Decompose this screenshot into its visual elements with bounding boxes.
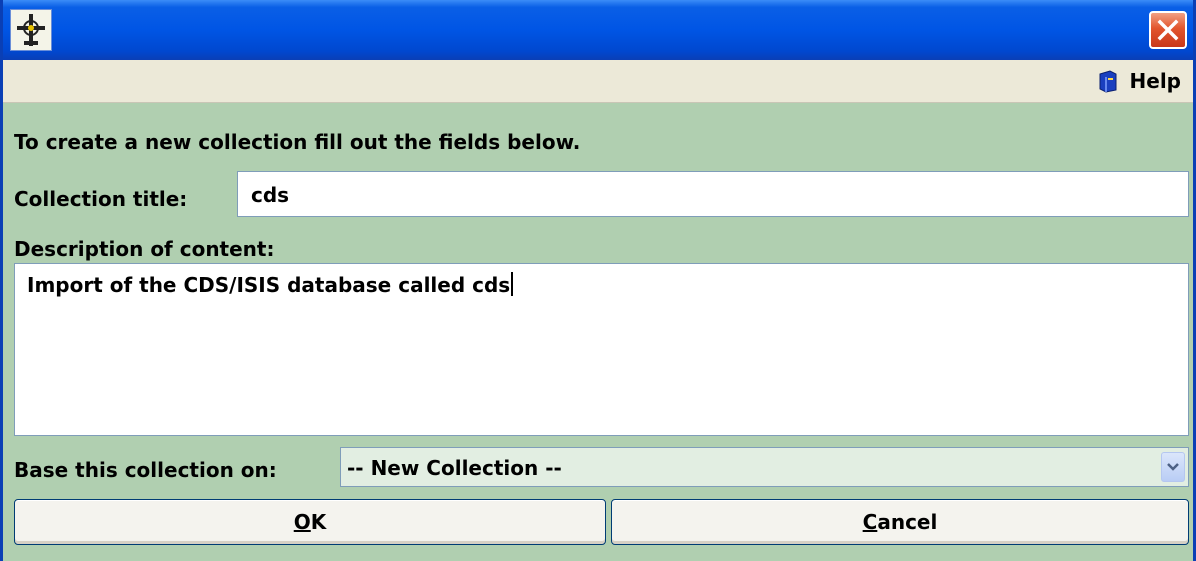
cancel-label-rest: ancel <box>877 510 938 534</box>
description-label: Description of content: <box>14 237 275 261</box>
text-caret <box>511 272 514 296</box>
app-cross-icon <box>10 9 52 51</box>
collection-title-input[interactable]: cds <box>237 171 1189 217</box>
form-panel: To create a new collection fill out the … <box>3 103 1193 561</box>
help-book-icon <box>1099 70 1117 93</box>
instructions-text: To create a new collection fill out the … <box>14 130 581 154</box>
ok-label-rest: K <box>310 510 327 534</box>
base-collection-value: -- New Collection -- <box>347 456 562 480</box>
cancel-mnemonic: C <box>862 510 878 534</box>
base-collection-select[interactable]: -- New Collection -- <box>340 447 1189 487</box>
close-icon <box>1157 19 1179 41</box>
title-bar[interactable] <box>3 0 1193 60</box>
menu-bar: Help <box>3 60 1193 103</box>
help-menu[interactable]: Help <box>1096 68 1181 94</box>
ok-mnemonic: O <box>293 510 311 534</box>
ok-button[interactable]: OK <box>14 499 606 545</box>
chevron-down-icon <box>1167 463 1179 471</box>
help-label: Help <box>1129 69 1181 93</box>
collection-title-label: Collection title: <box>14 187 188 211</box>
dialog-window: Help To create a new collection fill out… <box>0 0 1196 561</box>
description-textarea[interactable]: Import of the CDS/ISIS database called c… <box>14 263 1189 436</box>
dropdown-button[interactable] <box>1161 452 1185 482</box>
description-value: Import of the CDS/ISIS database called c… <box>27 273 511 297</box>
cancel-button[interactable]: Cancel <box>611 499 1189 545</box>
collection-title-value: cds <box>251 183 290 207</box>
base-collection-label: Base this collection on: <box>14 458 277 482</box>
close-button[interactable] <box>1149 11 1187 49</box>
